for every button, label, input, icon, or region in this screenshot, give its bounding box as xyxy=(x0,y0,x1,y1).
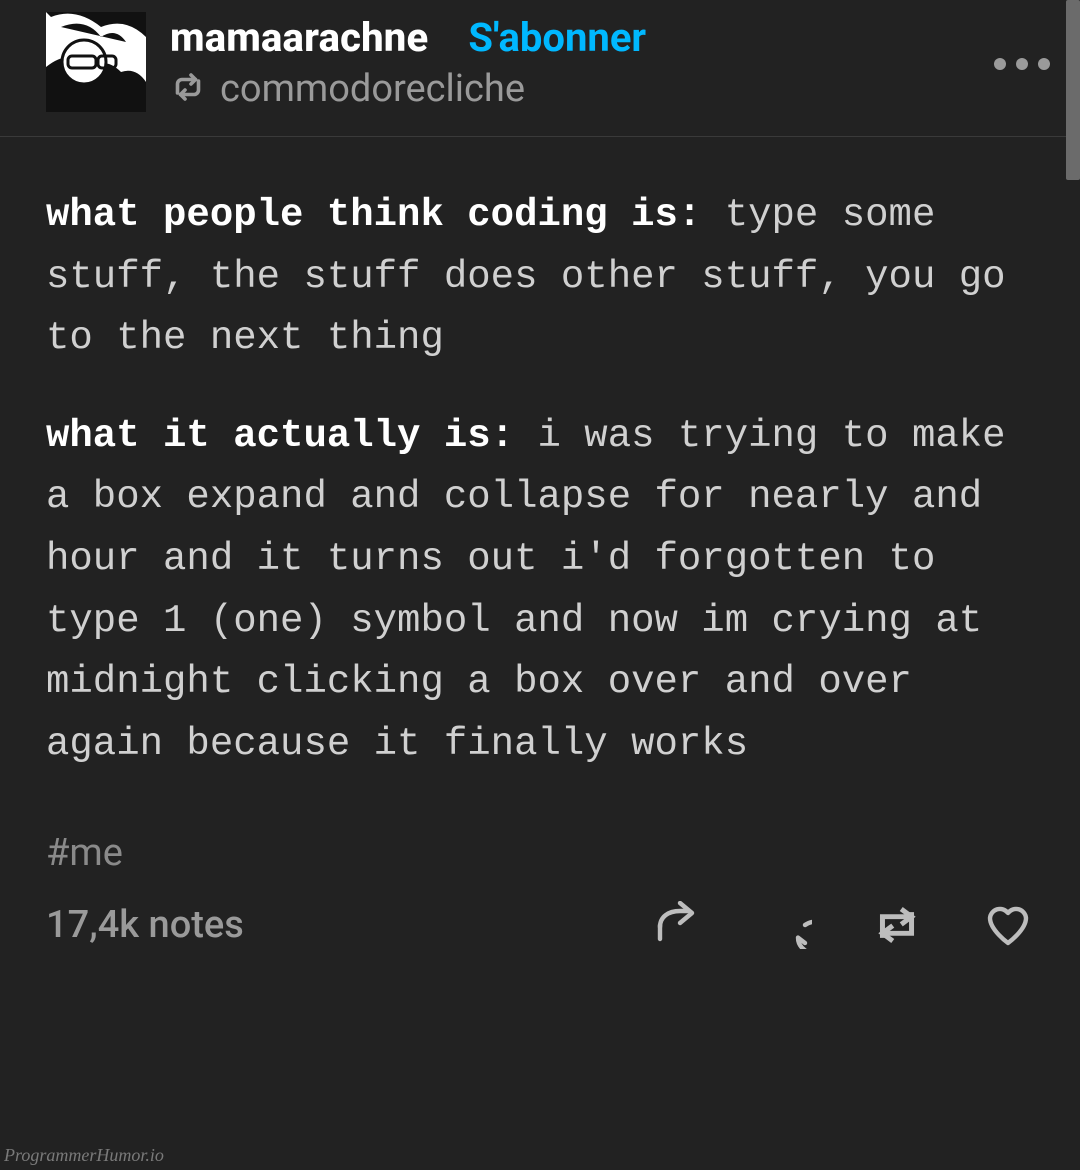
follow-button[interactable]: S'abonner xyxy=(468,14,646,61)
post-byline: mamaarachne S'abonner commodorecliche xyxy=(170,12,1052,111)
more-options-button[interactable] xyxy=(994,58,1050,70)
reblog-button[interactable] xyxy=(870,903,924,947)
reblog-source[interactable]: commodorecliche xyxy=(170,67,1052,111)
post-tags[interactable]: #me xyxy=(0,831,1080,901)
notes-count[interactable]: 17,4k notes xyxy=(46,903,244,947)
post-text-bold: what it actually is: xyxy=(46,414,514,458)
post-body: what people think coding is: type some s… xyxy=(0,137,1080,831)
post-footer: 17,4k notes xyxy=(0,901,1080,961)
scrollbar[interactable] xyxy=(1066,0,1080,180)
reblog-source-name[interactable]: commodorecliche xyxy=(220,67,525,111)
reblog-icon xyxy=(170,73,206,105)
post-paragraph: what people think coding is: type some s… xyxy=(46,185,1034,370)
post-actions xyxy=(652,901,1034,949)
like-button[interactable] xyxy=(982,901,1034,949)
post-paragraph: what it actually is: i was trying to mak… xyxy=(46,406,1034,776)
username[interactable]: mamaarachne xyxy=(170,14,428,61)
share-button[interactable] xyxy=(652,901,704,949)
post-text: i was trying to make a box expand and co… xyxy=(46,414,1006,766)
avatar[interactable] xyxy=(46,12,146,112)
post-text-bold: what people think coding is: xyxy=(46,193,701,237)
reply-button[interactable] xyxy=(762,901,812,949)
watermark: ProgrammerHumor.io xyxy=(4,1145,164,1166)
post-header: mamaarachne S'abonner commodorecliche xyxy=(0,0,1080,137)
